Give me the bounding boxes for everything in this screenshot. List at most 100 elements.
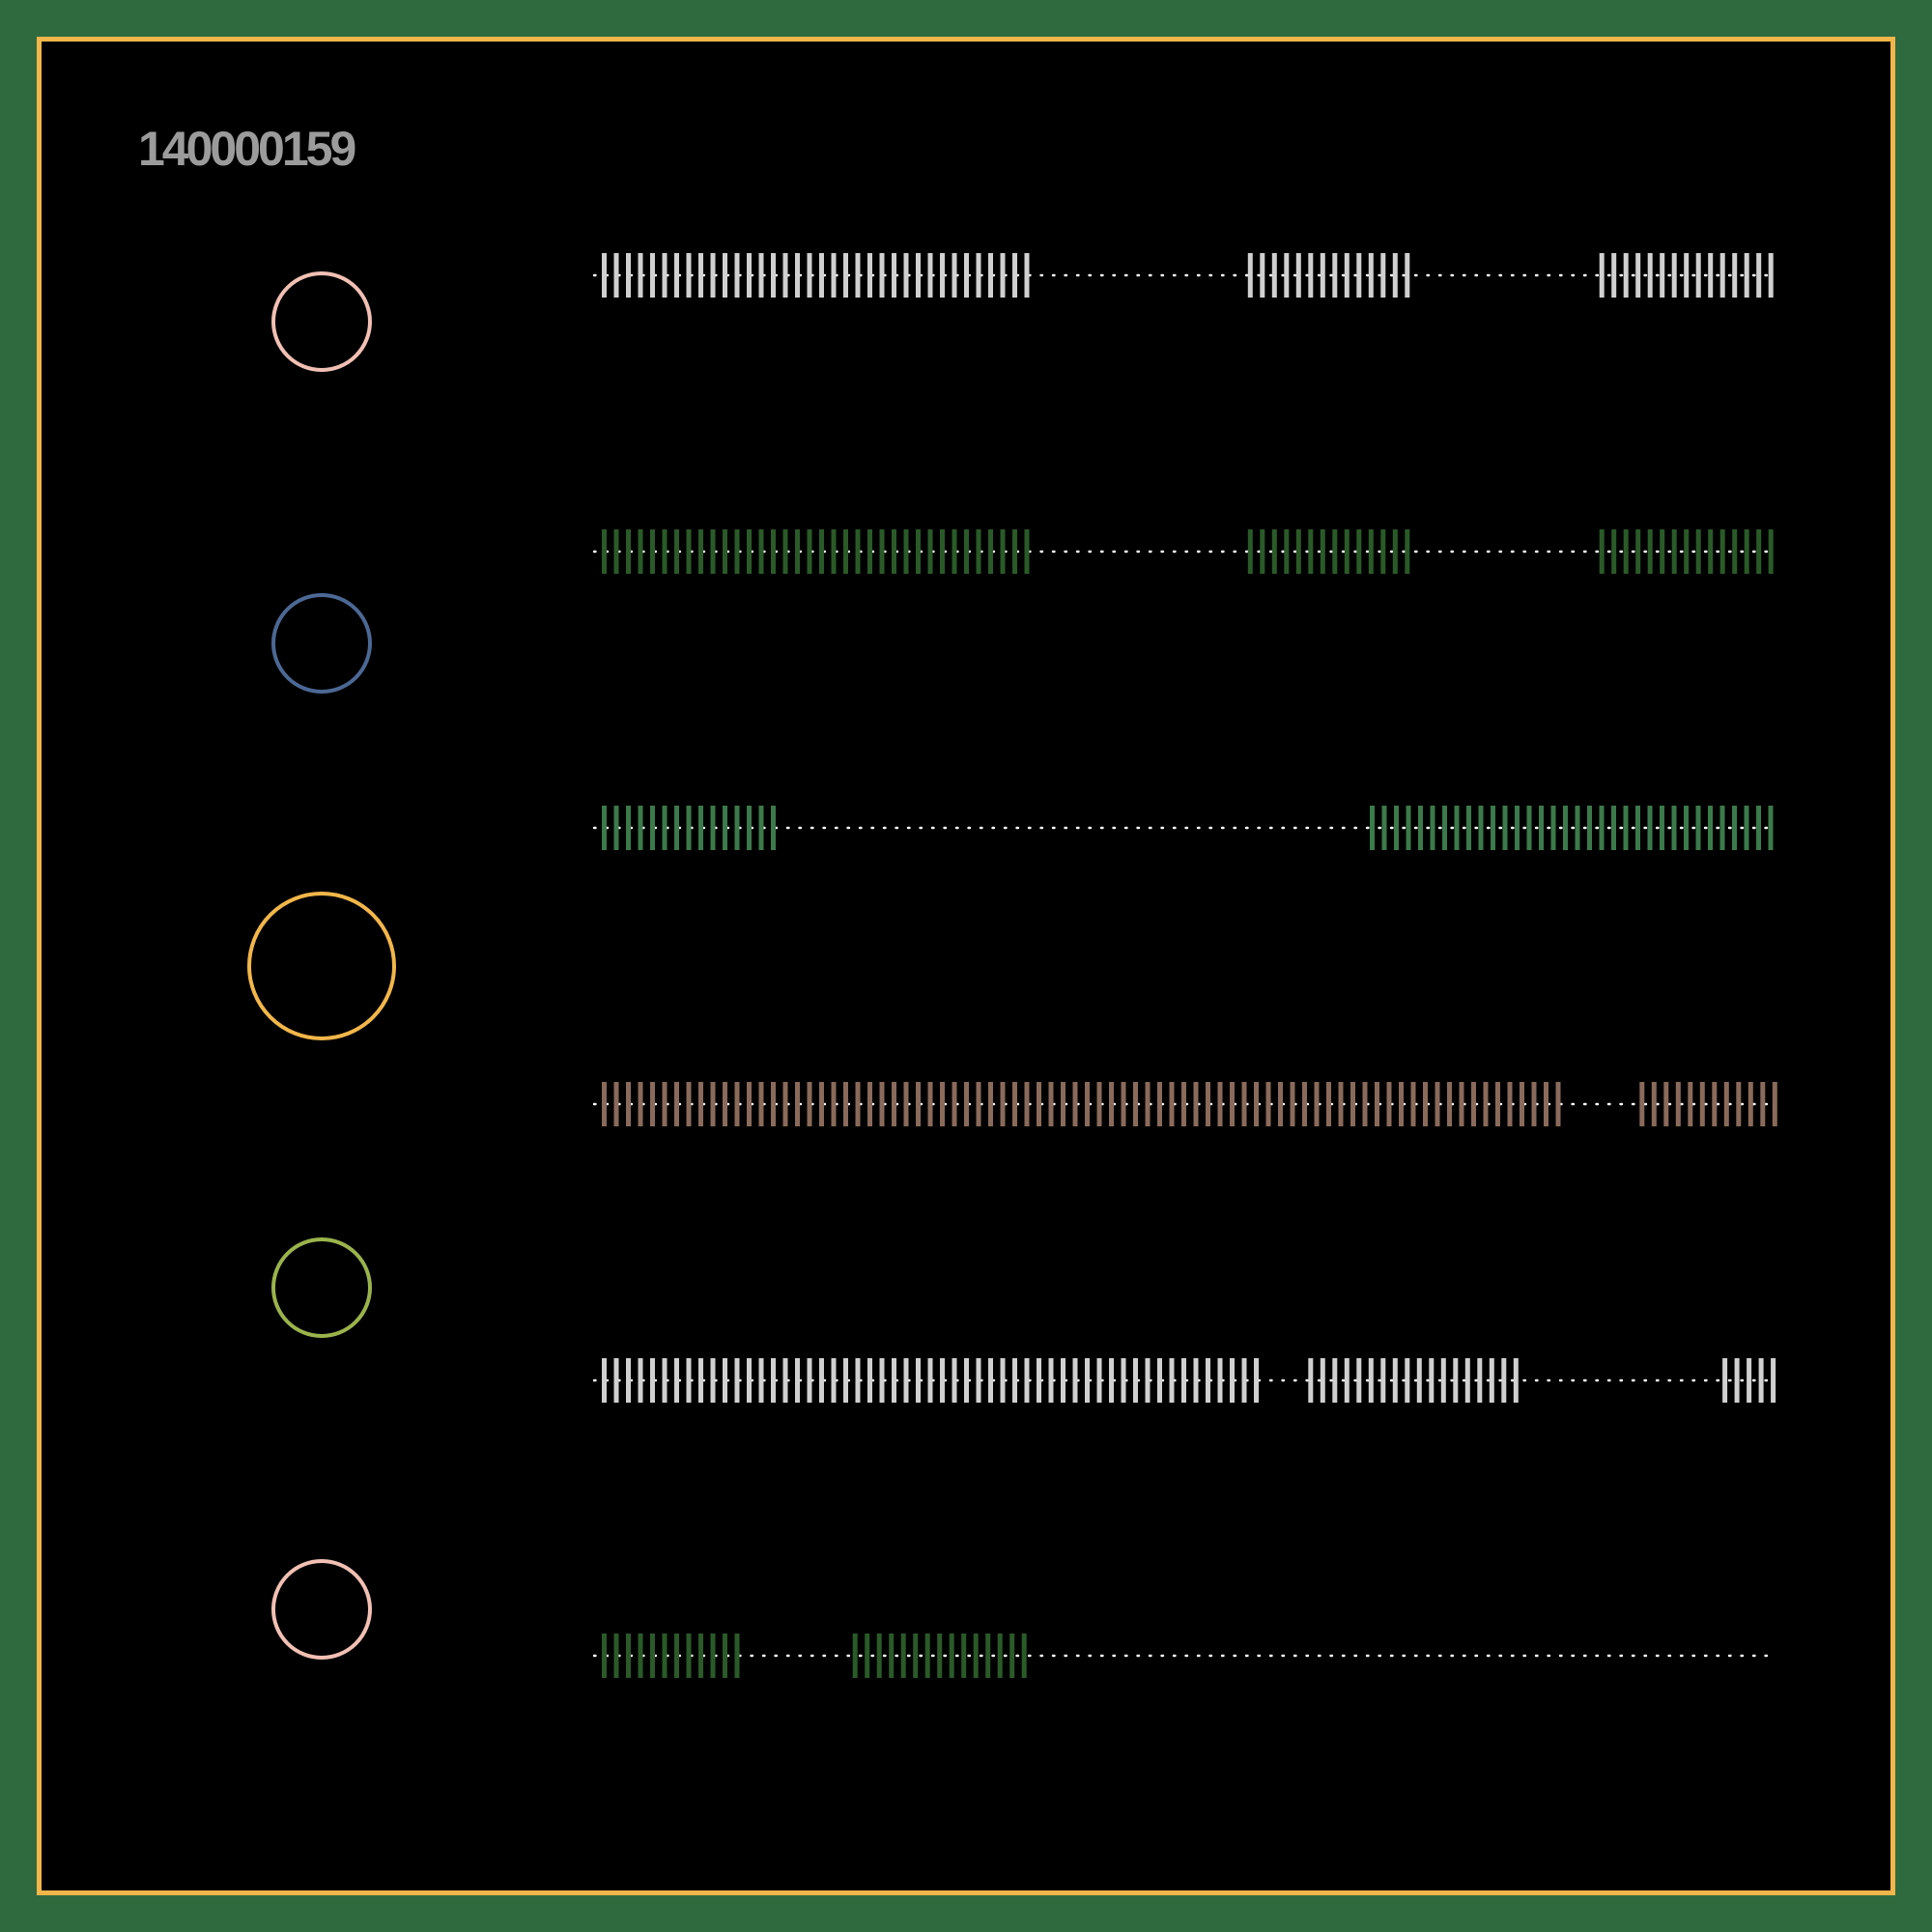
bar-mark [662, 1082, 668, 1126]
bar-mark [927, 1358, 933, 1403]
bar-mark [1435, 1082, 1440, 1126]
bar-mark [710, 1082, 716, 1126]
bar-mark [903, 253, 909, 298]
bar-mark [1230, 1358, 1235, 1403]
bar-mark [1193, 1082, 1199, 1126]
bar-mark [1440, 1358, 1446, 1403]
bar-mark [964, 253, 969, 298]
bar-mark [1695, 253, 1701, 298]
bar-mark [1320, 1358, 1325, 1403]
bar-mark [1381, 806, 1387, 850]
bar-mark [795, 253, 800, 298]
bar-mark [976, 1358, 981, 1403]
bar-mark [940, 1082, 945, 1126]
bar-mark [650, 253, 655, 298]
bar-mark [807, 529, 812, 574]
bar-mark [1061, 1082, 1065, 1126]
bar-mark [771, 1082, 776, 1126]
bar-mark [1320, 529, 1325, 574]
bar-mark [1708, 253, 1714, 298]
bar-mark [1513, 1358, 1519, 1403]
bar-mark [1169, 1358, 1175, 1403]
bar-mark [710, 253, 716, 298]
bar-mark [771, 806, 776, 850]
bar-mark [1356, 529, 1362, 574]
bar-mark [1157, 1358, 1162, 1403]
bar-mark [1531, 1082, 1537, 1126]
bar-mark [626, 253, 631, 298]
bar-mark [843, 1358, 848, 1403]
bar-mark [1326, 1082, 1331, 1126]
bar-mark [1489, 1358, 1494, 1403]
bar-mark [1230, 1082, 1235, 1126]
bar-mark [698, 253, 703, 298]
bar-mark [1392, 1358, 1398, 1403]
bar-mark [807, 1358, 812, 1403]
bar-mark [747, 1358, 752, 1403]
bar-mark [855, 253, 861, 298]
bar-mark [867, 1358, 872, 1403]
bar-mark [843, 1082, 848, 1126]
bar-mark [1734, 1358, 1740, 1403]
bar-mark [1623, 806, 1629, 850]
bar-mark [1635, 529, 1641, 574]
bar-mark [626, 1634, 631, 1678]
bar-mark [1169, 1082, 1175, 1126]
bar-mark [1406, 806, 1411, 850]
bar-mark [734, 1358, 740, 1403]
bar-mark [734, 1082, 740, 1126]
bar-mark [650, 806, 655, 850]
bar-mark [1744, 806, 1749, 850]
bar-mark [782, 1082, 788, 1126]
bar-mark [1684, 529, 1690, 574]
bar-mark [1671, 806, 1677, 850]
bar-mark [831, 253, 837, 298]
bar-mark [1708, 529, 1714, 574]
bar-mark [903, 529, 909, 574]
bar-mark [1024, 529, 1030, 574]
bar-mark [1719, 806, 1725, 850]
bar-mark [1012, 1358, 1017, 1403]
bar-mark [723, 1358, 727, 1403]
bar-mark [1037, 1358, 1041, 1403]
bar-mark [855, 1082, 861, 1126]
bar-mark [626, 806, 631, 850]
bar-mark [747, 1082, 752, 1126]
bar-mark [686, 1082, 692, 1126]
bar-mark [1430, 806, 1435, 850]
bar-mark [879, 529, 885, 574]
bar-mark [602, 1358, 607, 1403]
bar-mark [723, 1082, 727, 1126]
bar-mark [879, 1358, 885, 1403]
bar-mark [1732, 253, 1738, 298]
bar-mark [1671, 253, 1677, 298]
bar-mark [1495, 1082, 1500, 1126]
bar-mark [1380, 1358, 1386, 1403]
bar-mark [1386, 1082, 1392, 1126]
bar-mark [602, 1082, 607, 1126]
ring-circle-5 [271, 1559, 372, 1660]
bar-mark [1695, 806, 1701, 850]
bar-mark [698, 1634, 703, 1678]
bar-mark [1024, 1358, 1030, 1403]
bar-mark [1660, 253, 1665, 298]
bar-mark [1338, 1082, 1344, 1126]
bar-mark [892, 1358, 896, 1403]
bar-mark [1756, 253, 1762, 298]
bar-mark [1368, 1358, 1374, 1403]
bar-mark [613, 529, 619, 574]
bar-mark [1284, 529, 1290, 574]
bar-mark [1085, 1358, 1090, 1403]
bar-mark [734, 806, 740, 850]
bar-mark [892, 529, 896, 574]
bar-mark [1000, 1358, 1006, 1403]
bar-mark [867, 529, 872, 574]
bar-mark [1021, 1634, 1027, 1678]
bar-mark [879, 1082, 885, 1126]
bar-mark [1000, 1082, 1006, 1126]
bar-mark [831, 1082, 837, 1126]
bar-mark [1217, 1358, 1223, 1403]
bar-mark [1072, 1358, 1078, 1403]
bar-mark [1647, 253, 1653, 298]
bar-mark [723, 806, 727, 850]
